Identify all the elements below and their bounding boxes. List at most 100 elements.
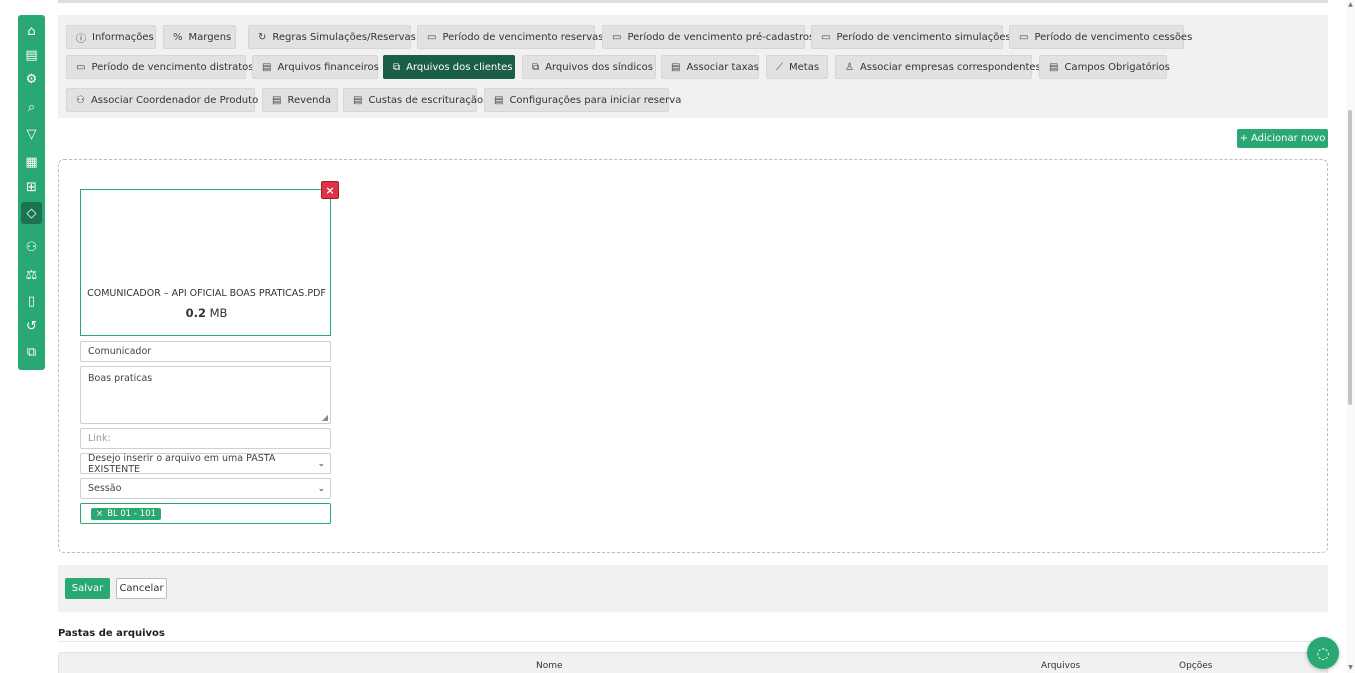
scrollbar-thumb[interactable]: [1348, 110, 1352, 405]
tab-label: Configurações para iniciar reserva: [509, 94, 682, 106]
tab-revenda[interactable]: ▤ Revenda: [262, 88, 338, 112]
file-description-textarea[interactable]: Boas praticas ◢: [80, 366, 331, 424]
document-icon[interactable]: ▤: [21, 44, 42, 66]
people-icon: ⚇: [76, 94, 85, 106]
chevron-down-icon: ⌄: [317, 458, 325, 469]
file-preview-card: COMUNICADOR – API OFICIAL BOAS PRATICAS.…: [80, 189, 331, 336]
scroll-down-icon[interactable]: ▼: [1347, 664, 1354, 671]
tab-label: Arquivos financeiros: [277, 61, 379, 73]
file-icon: ▤: [262, 61, 272, 73]
file-description-value: Boas praticas: [88, 373, 153, 384]
search-icon[interactable]: ⌕: [21, 96, 42, 118]
scale-icon[interactable]: ⚖: [21, 264, 42, 286]
tab-regras-simulacoes[interactable]: ↻ Regras Simulações/Reservas: [248, 25, 416, 49]
unit-tag-label: BL 01 - 101: [107, 508, 156, 519]
tab-label: Campos Obrigatórios: [1064, 61, 1170, 73]
tab-associar-coordenador[interactable]: ⚇ Associar Coordenador de Produto: [66, 88, 258, 112]
remove-tag-button[interactable]: ×: [96, 509, 103, 519]
folders-table-header: Nome Arquivos Opções: [58, 652, 1328, 673]
tab-informacoes[interactable]: ⓘ Informações: [66, 25, 156, 49]
tab-label: Arquivos dos síndicos: [545, 61, 653, 73]
tab-vencimento-distratos[interactable]: ▭ Período de vencimento distratos: [66, 55, 254, 79]
vertical-scrollbar[interactable]: ▲ ▼: [1346, 0, 1355, 673]
chevron-down-icon: ⌄: [317, 483, 325, 494]
tab-arquivos-sindicos[interactable]: ⧉ Arquivos dos síndicos: [522, 55, 656, 79]
column-files[interactable]: Arquivos: [1041, 661, 1080, 671]
chart-line-icon: ⟋: [776, 61, 783, 73]
column-options: Opções: [1179, 661, 1213, 671]
tab-metas[interactable]: ⟋ Metas: [766, 55, 828, 79]
tab-label: Arquivos dos clientes: [406, 61, 513, 73]
tab-configuracoes-reserva[interactable]: ▤ Configurações para iniciar reserva: [484, 88, 681, 112]
files-icon: ⧉: [532, 61, 540, 73]
tab-label: Custas de escrituração: [368, 94, 484, 106]
file-icon: ▤: [671, 61, 681, 73]
refresh-icon: ↻: [258, 31, 267, 43]
file-size-unit: MB: [209, 306, 228, 320]
cancel-button[interactable]: Cancelar: [116, 578, 167, 599]
tab-label: Metas: [789, 61, 820, 73]
add-new-button[interactable]: + Adicionar novo: [1237, 129, 1328, 148]
tab-label: Período de vencimento simulações: [836, 31, 1011, 43]
tab-label: Período de vencimento cessões: [1034, 31, 1193, 43]
folders-section-title: Pastas de arquivos: [58, 628, 165, 639]
file-icon: ▤: [272, 94, 282, 106]
home-icon[interactable]: ⌂: [21, 20, 42, 42]
section-divider: [58, 641, 1328, 642]
folder-select[interactable]: Desejo inserir o arquivo em uma PASTA EX…: [80, 453, 331, 475]
top-divider: [58, 0, 1328, 3]
sidebar-rail: ⌂ ▤ ⚙ ⌕ ▽ ▦ ⊞ ◇ ⚇ ⚖ ▯ ↺ ⧉: [18, 15, 45, 370]
gear-icon[interactable]: ⚙: [21, 68, 42, 90]
tab-label: Associar empresas correspondentes: [859, 61, 1041, 73]
tab-associar-taxas[interactable]: ▤ Associar taxas: [661, 55, 759, 79]
unit-tag-chip: × BL 01 - 101: [91, 507, 161, 520]
tab-associar-empresas[interactable]: ♙ Associar empresas correspondentes: [835, 55, 1041, 79]
copy-icon[interactable]: ⧉: [21, 341, 42, 363]
link-input[interactable]: Link:: [80, 428, 331, 449]
plus-icon: +: [1239, 133, 1248, 144]
tag-icon[interactable]: ◇: [21, 202, 42, 224]
mobile-icon[interactable]: ▯: [21, 290, 42, 312]
file-name: COMUNICADOR – API OFICIAL BOAS PRATICAS.…: [87, 288, 326, 299]
save-button[interactable]: Salvar: [65, 578, 110, 599]
resize-handle-icon[interactable]: ◢: [322, 413, 328, 422]
remove-file-button[interactable]: ×: [321, 181, 339, 199]
session-select[interactable]: Sessão ⌄: [80, 478, 331, 499]
file-icon: ▤: [353, 94, 363, 106]
scroll-up-icon[interactable]: ▲: [1347, 1, 1354, 8]
tab-custas-escrituracao[interactable]: ▤ Custas de escrituração: [343, 88, 483, 112]
table-icon[interactable]: ⊞: [21, 176, 42, 198]
tab-label: Revenda: [287, 94, 331, 106]
calendar-icon: ▭: [612, 31, 622, 43]
tab-label: Período de vencimento pré-cadastros: [627, 31, 815, 43]
calendar-icon: ▭: [76, 61, 86, 73]
tabs-panel: ⓘ Informações % Margens ↻ Regras Simulaç…: [58, 15, 1328, 118]
chat-icon[interactable]: ◌: [1307, 637, 1339, 669]
tab-campos-obrigatorios[interactable]: ▤ Campos Obrigatórios: [1039, 55, 1170, 79]
tab-label: Margens: [188, 31, 232, 43]
tab-vencimento-simulacoes[interactable]: ▭ Período de vencimento simulações: [811, 25, 1011, 49]
tab-vencimento-cessoes[interactable]: ▭ Período de vencimento cessões: [1009, 25, 1192, 49]
tab-vencimento-reservas[interactable]: ▭ Período de vencimento reservas: [417, 25, 604, 49]
tab-margens[interactable]: % Margens: [163, 25, 236, 49]
link-placeholder: Link:: [88, 433, 111, 444]
tab-vencimento-pre-cadastros[interactable]: ▭ Período de vencimento pré-cadastros: [602, 25, 814, 49]
tab-label: Regras Simulações/Reservas: [272, 31, 416, 43]
tab-label: Período de vencimento distratos: [91, 61, 254, 73]
column-name[interactable]: Nome: [536, 661, 563, 671]
filter-icon[interactable]: ▽: [21, 123, 42, 145]
file-size: 0.2 MB: [81, 306, 332, 320]
users-icon[interactable]: ⚇: [21, 236, 42, 258]
tab-arquivos-financeiros[interactable]: ▤ Arquivos financeiros: [252, 55, 379, 79]
session-select-value: Sessão: [88, 483, 122, 494]
user-icon: ♙: [845, 61, 854, 73]
tab-label: Associar taxas: [686, 61, 759, 73]
tab-arquivos-clientes[interactable]: ⧉ Arquivos dos clientes: [383, 55, 515, 79]
calculator-icon[interactable]: ▦: [21, 151, 42, 173]
info-icon: ⓘ: [76, 33, 86, 45]
file-title-input[interactable]: Comunicador: [80, 341, 331, 362]
units-tag-input[interactable]: × BL 01 - 101: [80, 503, 331, 524]
file-size-value: 0.2: [185, 306, 206, 320]
tab-label: Período de vencimento reservas: [442, 31, 604, 43]
history-icon[interactable]: ↺: [21, 315, 42, 337]
